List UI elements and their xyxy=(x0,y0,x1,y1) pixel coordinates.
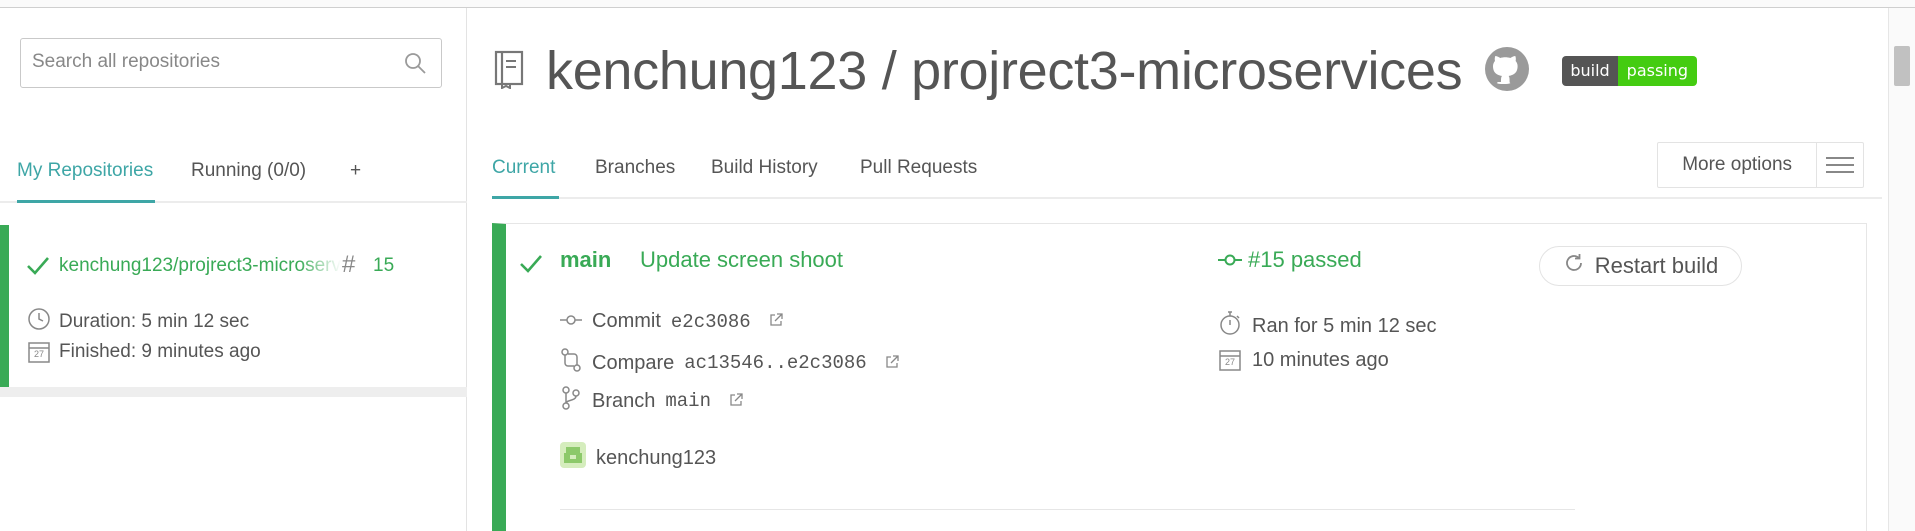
hamburger-icon[interactable] xyxy=(1817,143,1863,187)
github-icon[interactable] xyxy=(1484,46,1530,97)
author-name[interactable]: kenchung123 xyxy=(596,447,716,470)
compare-range-link[interactable]: ac13546..e2c3086 xyxy=(684,352,866,374)
compare-icon xyxy=(560,348,582,378)
finished-row: 27 Finished: 9 minutes ago xyxy=(27,340,261,364)
repo-card[interactable]: kenchung123/projrect3-microservices # 15… xyxy=(0,225,467,397)
scrollbar-thumb[interactable] xyxy=(1894,46,1910,86)
build-status-badge[interactable]: build passing xyxy=(1562,56,1698,86)
ran-for-text: Ran for 5 min 12 sec xyxy=(1252,314,1437,337)
calendar-icon: 27 xyxy=(27,340,51,364)
more-options-button[interactable]: More options xyxy=(1657,142,1864,188)
scrollbar[interactable] xyxy=(1888,8,1915,531)
branch-row: Branch main xyxy=(560,386,743,416)
page-title: kenchung123 / projrect3-microservices xyxy=(546,41,1463,101)
compare-label: Compare xyxy=(592,351,675,374)
check-icon xyxy=(25,253,51,284)
finished-row: 27 10 minutes ago xyxy=(1218,348,1389,372)
external-link-icon[interactable] xyxy=(885,352,899,375)
browser-top-edge xyxy=(0,0,1915,8)
external-link-icon[interactable] xyxy=(729,390,743,413)
tab-build-history[interactable]: Build History xyxy=(711,157,818,179)
author-row: kenchung123 xyxy=(560,442,716,474)
repo-name-link[interactable]: kenchung123/projrect3-microservices xyxy=(59,255,341,281)
calendar-icon: 27 xyxy=(1218,348,1242,372)
repo-header: kenchung123 / projrect3-microservices bu… xyxy=(492,36,1698,106)
build-status[interactable]: #15 passed xyxy=(1218,247,1362,273)
repo-book-icon xyxy=(492,49,526,94)
commit-icon xyxy=(560,310,582,333)
commit-sha-link[interactable]: e2c3086 xyxy=(671,311,751,333)
branch-label: Branch xyxy=(592,389,656,412)
active-tab-underline xyxy=(17,200,155,203)
tab-current[interactable]: Current xyxy=(492,157,555,179)
badge-label: build xyxy=(1562,56,1618,86)
badge-status: passing xyxy=(1617,56,1698,86)
card-separator xyxy=(0,387,467,397)
passed-check-icon xyxy=(518,251,544,282)
branch-icon xyxy=(560,386,582,416)
commit-label: Commit xyxy=(592,310,661,332)
duration-row: Duration: 5 min 12 sec xyxy=(27,307,249,337)
current-build-card: main Update screen shoot #15 passed Rest… xyxy=(492,223,1867,531)
repo-tabs: My Repositories Running (0/0) + xyxy=(0,148,467,203)
main-content: kenchung123 / projrect3-microservices bu… xyxy=(468,8,1888,531)
build-branch-name[interactable]: main xyxy=(560,247,611,273)
hash-icon: # xyxy=(342,251,356,278)
tab-branches[interactable]: Branches xyxy=(595,157,675,179)
active-tab-underline xyxy=(492,196,559,199)
avatar xyxy=(560,442,586,474)
calendar-day: 27 xyxy=(1224,357,1235,367)
calendar-day: 27 xyxy=(33,349,44,359)
branch-name-link[interactable]: main xyxy=(665,390,711,412)
finished-ago-text: 10 minutes ago xyxy=(1252,348,1389,371)
finished-text: Finished: 9 minutes ago xyxy=(59,341,261,362)
build-status-text: #15 passed xyxy=(1248,247,1362,272)
search-input[interactable] xyxy=(21,39,391,85)
build-number-link[interactable]: 15 xyxy=(373,255,394,277)
divider xyxy=(560,509,1575,510)
tab-running[interactable]: Running (0/0) xyxy=(191,160,306,182)
commit-node-icon xyxy=(1218,247,1242,273)
search-icon[interactable] xyxy=(403,51,427,80)
compare-row: Compare ac13546..e2c3086 xyxy=(560,348,899,378)
external-link-icon[interactable] xyxy=(769,310,783,333)
restart-icon xyxy=(1563,252,1585,280)
duration-text: Duration: 5 min 12 sec xyxy=(59,311,250,332)
ran-for-row: Ran for 5 min 12 sec xyxy=(1218,310,1437,342)
add-repository-button[interactable]: + xyxy=(350,160,361,182)
restart-build-button[interactable]: Restart build xyxy=(1539,246,1742,286)
search-box[interactable] xyxy=(20,38,442,88)
clock-icon xyxy=(27,307,51,337)
more-options-label: More options xyxy=(1658,143,1818,187)
restart-build-label: Restart build xyxy=(1594,253,1719,278)
tab-my-repositories[interactable]: My Repositories xyxy=(17,160,153,182)
commit-message: Update screen shoot xyxy=(640,247,844,272)
sidebar: My Repositories Running (0/0) + kenchung… xyxy=(0,8,467,531)
commit-row: Commit e2c3086 xyxy=(560,310,783,333)
stopwatch-icon xyxy=(1218,310,1242,342)
tab-pull-requests[interactable]: Pull Requests xyxy=(860,157,977,179)
